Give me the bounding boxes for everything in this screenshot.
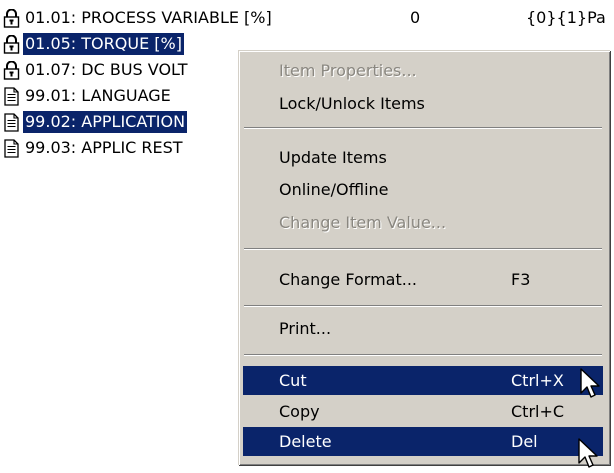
menu-item-label: Cut [279,371,307,390]
menu-item-online-offline[interactable]: Online/Offline [243,175,603,204]
item-label: 99.03: APPLIC REST [25,138,183,157]
menu-item-lock-unlock[interactable]: Lock/Unlock Items [243,89,603,118]
menu-item-properties: Item Properties... [243,56,603,85]
menu-item-update-items[interactable]: Update Items [243,143,603,172]
menu-separator [244,248,602,250]
context-menu: Item Properties... Lock/Unlock Items Upd… [238,50,610,465]
menu-item-shortcut: F3 [511,270,531,289]
document-icon [3,113,20,132]
menu-separator [244,127,602,129]
menu-item-label: Item Properties... [279,61,417,80]
menu-item-label: Copy [279,402,320,421]
item-label: 01.07: DC BUS VOLT [25,60,188,79]
lock-icon [3,9,20,28]
menu-item-print[interactable]: Print... [243,314,603,343]
menu-item-label: Change Item Value... [279,213,447,232]
menu-item-shortcut: Del [511,432,538,451]
item-label: 99.02: APPLICATION [23,111,188,133]
menu-separator [244,305,602,307]
document-icon [3,139,20,158]
menu-item-shortcut: Ctrl+X [511,371,564,390]
menu-item-label: Online/Offline [279,180,389,199]
menu-item-label: Change Format... [279,270,417,289]
mouse-pointer-icon [577,438,601,472]
menu-item-change-format[interactable]: Change Format... F3 [243,265,603,294]
menu-item-cut[interactable]: Cut Ctrl+X [243,366,603,395]
menu-item-change-item-value: Change Item Value... [243,208,603,237]
item-label: 01.01: PROCESS VARIABLE [%] [25,8,272,27]
menu-item-label: Lock/Unlock Items [279,94,425,113]
menu-item-shortcut: Ctrl+C [511,402,565,421]
lock-icon [3,61,20,80]
menu-item-copy[interactable]: Copy Ctrl+C [243,397,603,426]
mouse-pointer-icon [579,368,603,402]
lock-icon [3,35,20,54]
item-format: {0}{1}Pa [526,8,606,27]
menu-separator [244,354,602,356]
menu-item-label: Update Items [279,148,387,167]
menu-item-label: Delete [279,432,332,451]
document-icon [3,87,20,106]
list-item[interactable]: 01.01: PROCESS VARIABLE [%] 0 {0}{1}Pa [0,5,614,31]
menu-item-label: Print... [279,319,332,338]
item-value: 0 [410,8,421,27]
item-label: 01.05: TORQUE [%] [23,33,184,55]
item-label: 99.01: LANGUAGE [25,86,171,105]
menu-item-delete[interactable]: Delete Del [243,427,603,456]
